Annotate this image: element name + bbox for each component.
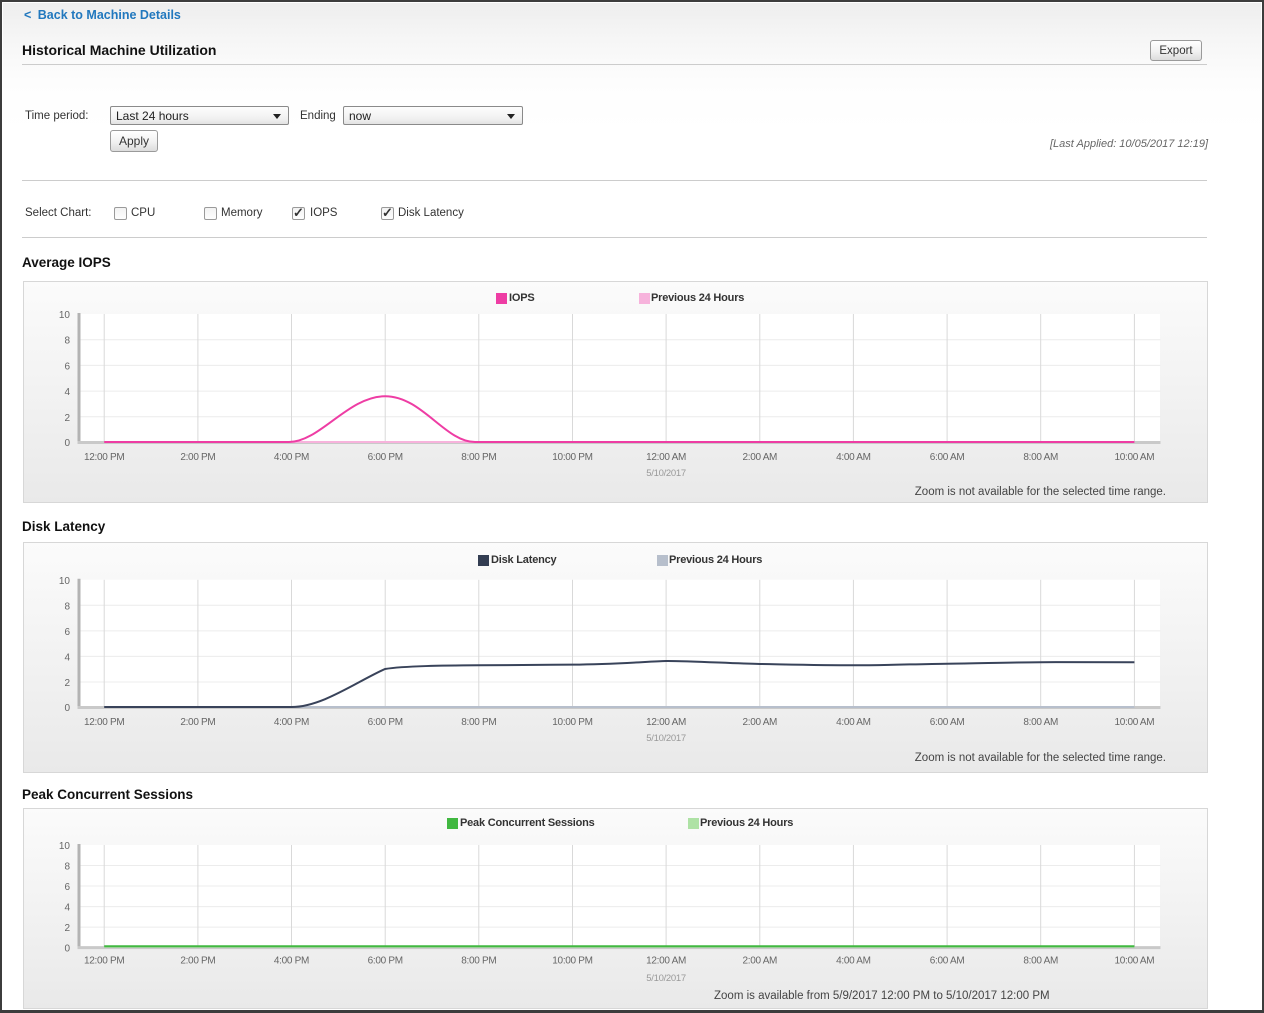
svg-text:4: 4 [64, 903, 70, 914]
svg-text:0: 0 [64, 944, 70, 955]
svg-text:4:00 PM: 4:00 PM [274, 956, 309, 967]
svg-text:6:00 AM: 6:00 AM [930, 452, 965, 463]
svg-text:10: 10 [59, 841, 71, 852]
svg-text:2: 2 [64, 923, 70, 934]
svg-text:10: 10 [59, 576, 71, 587]
svg-text:10:00 AM: 10:00 AM [1114, 717, 1154, 728]
svg-text:12:00 AM: 12:00 AM [646, 452, 686, 463]
svg-text:8:00 PM: 8:00 PM [461, 452, 496, 463]
svg-text:4:00 AM: 4:00 AM [836, 717, 871, 728]
svg-text:0: 0 [64, 703, 70, 714]
svg-text:6: 6 [64, 361, 70, 372]
svg-text:10:00 PM: 10:00 PM [552, 452, 592, 463]
svg-text:8: 8 [64, 862, 70, 873]
svg-text:2:00 PM: 2:00 PM [180, 717, 215, 728]
svg-text:6: 6 [64, 627, 70, 638]
svg-text:6: 6 [64, 882, 70, 893]
svg-text:12:00 PM: 12:00 PM [84, 452, 124, 463]
svg-text:2:00 AM: 2:00 AM [743, 452, 778, 463]
svg-text:6:00 PM: 6:00 PM [368, 956, 403, 967]
svg-text:10:00 PM: 10:00 PM [552, 956, 592, 967]
svg-text:6:00 AM: 6:00 AM [930, 956, 965, 967]
svg-text:4:00 PM: 4:00 PM [274, 452, 309, 463]
svg-text:0: 0 [64, 438, 70, 449]
svg-text:2:00 PM: 2:00 PM [180, 452, 215, 463]
svg-text:8:00 PM: 8:00 PM [461, 717, 496, 728]
svg-text:5/10/2017: 5/10/2017 [646, 468, 686, 479]
svg-text:5/10/2017: 5/10/2017 [646, 733, 686, 744]
svg-text:2:00 AM: 2:00 AM [743, 956, 778, 967]
svg-text:12:00 AM: 12:00 AM [646, 717, 686, 728]
svg-text:8:00 PM: 8:00 PM [461, 956, 496, 967]
svg-text:5/10/2017: 5/10/2017 [646, 973, 686, 984]
svg-text:4:00 AM: 4:00 AM [836, 452, 871, 463]
svg-text:8: 8 [64, 601, 70, 612]
svg-text:4:00 PM: 4:00 PM [274, 717, 309, 728]
svg-text:2:00 PM: 2:00 PM [180, 956, 215, 967]
svg-text:8:00 AM: 8:00 AM [1023, 717, 1058, 728]
svg-text:2: 2 [64, 413, 70, 424]
svg-text:12:00 AM: 12:00 AM [646, 956, 686, 967]
svg-text:12:00 PM: 12:00 PM [84, 717, 124, 728]
svg-text:8:00 AM: 8:00 AM [1023, 452, 1058, 463]
svg-text:6:00 AM: 6:00 AM [930, 717, 965, 728]
svg-text:8:00 AM: 8:00 AM [1023, 956, 1058, 967]
svg-text:4:00 AM: 4:00 AM [836, 956, 871, 967]
svg-text:8: 8 [64, 336, 70, 347]
svg-text:2: 2 [64, 678, 70, 689]
svg-text:4: 4 [64, 387, 70, 398]
svg-text:4: 4 [64, 652, 70, 663]
svg-text:2:00 AM: 2:00 AM [743, 717, 778, 728]
svg-text:10:00 AM: 10:00 AM [1114, 956, 1154, 967]
svg-text:10: 10 [59, 310, 71, 321]
svg-text:10:00 AM: 10:00 AM [1114, 452, 1154, 463]
svg-text:12:00 PM: 12:00 PM [84, 956, 124, 967]
svg-text:6:00 PM: 6:00 PM [368, 717, 403, 728]
svg-text:6:00 PM: 6:00 PM [368, 452, 403, 463]
svg-text:10:00 PM: 10:00 PM [552, 717, 592, 728]
